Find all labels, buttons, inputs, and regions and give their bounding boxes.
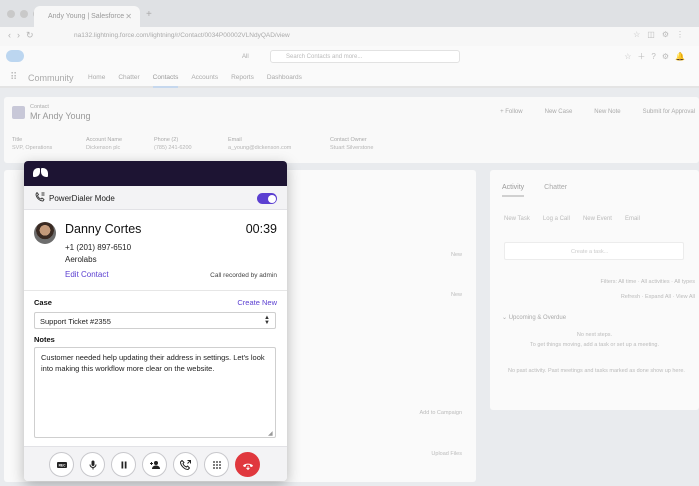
case-selected-value: Support Ticket #2355 <box>40 317 111 326</box>
browser-extension-icons[interactable]: ☆◫⚙⋮ <box>633 30 691 39</box>
pause-icon <box>121 461 126 468</box>
upcoming-section[interactable]: ⌄ Upcoming & Overdue <box>502 314 566 321</box>
header-icons[interactable]: ☆＋?⚙🔔 <box>624 51 691 62</box>
record-fields: Title SVP, Operations Account Name Dickens… <box>12 137 404 151</box>
case-label: Case <box>34 298 52 307</box>
upload-files-button[interactable]: Upload Files <box>431 451 462 457</box>
app-launcher-icon[interactable]: ⠿ <box>10 72 17 83</box>
notes-textarea[interactable]: Customer needed help updating their addr… <box>34 347 276 438</box>
keypad-button[interactable] <box>204 452 229 477</box>
powerdialer-mode-label: PowerDialer Mode <box>49 194 115 203</box>
address-bar[interactable]: na132.lightning.force.com/lightning/r/Co… <box>74 32 290 39</box>
nav-item-accounts[interactable]: Accounts <box>191 74 218 88</box>
record-header: Contact Mr Andy Young + Follow New Case … <box>4 97 699 163</box>
activity-subtabs: New Task Log a Call New Event Email <box>504 216 640 222</box>
submit-approval-button[interactable]: Submit for Approval <box>643 109 695 115</box>
nav-items: Home Chatter Contacts Accounts Reports D… <box>88 74 302 88</box>
close-icon[interactable]: ✕ <box>125 12 132 21</box>
browser-nav-icons[interactable]: ‹›↻ <box>8 30 40 41</box>
contact-company: Aerolabs <box>65 255 97 264</box>
contact-icon <box>12 106 25 119</box>
browser-tabstrip: Andy Young | Salesforce ✕ + <box>0 0 699 27</box>
record-actions: + Follow New Case New Note Submit for Ap… <box>500 109 695 115</box>
edit-contact-link[interactable]: Edit Contact <box>65 270 109 279</box>
no-past-activity-text: No past activity. Past meetings and task… <box>508 368 685 374</box>
search-scope[interactable]: All <box>242 54 249 60</box>
phone-list-icon <box>35 192 45 202</box>
mute-button[interactable] <box>80 452 105 477</box>
follow-button[interactable]: + Follow <box>500 109 523 115</box>
phone-transfer-icon <box>179 459 191 470</box>
tab-log-call[interactable]: Log a Call <box>543 216 570 222</box>
salesforce-logo <box>6 50 24 62</box>
field-account[interactable]: Account Name Dickenson plc <box>86 137 154 151</box>
new-note-button[interactable]: New Note <box>594 109 620 115</box>
dialer-widget: PowerDialer Mode Danny Cortes 00:39 +1 (… <box>24 161 287 481</box>
global-search-input[interactable]: Search Contacts and more... <box>270 50 460 63</box>
call-timer: 00:39 <box>245 222 277 236</box>
activity-refresh-links[interactable]: Refresh · Expand All · View All <box>621 294 695 300</box>
salesforce-header: All Search Contacts and more... ☆＋?⚙🔔 <box>0 46 699 68</box>
call-controls: REC <box>24 446 287 481</box>
toggle-knob <box>267 194 276 203</box>
record-name: Mr Andy Young <box>30 111 91 121</box>
record-icon: REC <box>56 461 67 468</box>
activity-tabs: Activity Chatter <box>502 184 567 197</box>
app-name: Community <box>28 73 74 83</box>
browser-tab-title: Andy Young | Salesforce <box>48 13 125 20</box>
resize-grip-icon[interactable]: ◢ <box>268 430 273 437</box>
nav-item-dashboards[interactable]: Dashboards <box>267 74 302 88</box>
tab-new-task[interactable]: New Task <box>504 216 530 222</box>
powerdialer-mode-toggle[interactable] <box>257 193 277 204</box>
add-person-icon <box>149 460 160 469</box>
get-started-text: To get things moving, add a task or set … <box>529 342 660 348</box>
new-button[interactable]: New <box>451 252 462 258</box>
call-recorded-notice: Call recorded by admin <box>210 272 277 279</box>
field-email[interactable]: Email a_young@dickenson.com <box>228 137 330 151</box>
nav-item-home[interactable]: Home <box>88 74 105 88</box>
new-case-button[interactable]: New Case <box>545 109 573 115</box>
select-arrows-icon: ▲ ▼ <box>264 315 270 326</box>
nav-item-contacts[interactable]: Contacts <box>152 74 179 88</box>
tab-activity[interactable]: Activity <box>502 184 525 197</box>
tab-chatter[interactable]: Chatter <box>544 184 567 197</box>
microphone-icon <box>89 460 96 469</box>
browser-tab[interactable]: Andy Young | Salesforce ✕ <box>34 6 140 27</box>
add-caller-button[interactable] <box>142 452 167 477</box>
nav-item-reports[interactable]: Reports <box>231 74 254 88</box>
tab-new-event[interactable]: New Event <box>583 216 612 222</box>
transfer-button[interactable] <box>173 452 198 477</box>
contact-phone: +1 (201) 897-6510 <box>65 243 132 252</box>
avatar <box>34 222 56 244</box>
field-owner[interactable]: Contact Owner Stuart Silverstone <box>330 137 404 151</box>
case-select[interactable]: Support Ticket #2355 ▲ ▼ <box>34 312 276 329</box>
add-to-campaign-button[interactable]: Add to Campaign <box>420 410 463 416</box>
field-phone[interactable]: Phone (2) (785) 241-6200 <box>154 137 228 151</box>
new-button[interactable]: New <box>451 292 462 298</box>
hang-up-button[interactable] <box>235 452 260 477</box>
contact-name: Danny Cortes <box>65 222 142 236</box>
nav-item-chatter[interactable]: Chatter <box>118 74 139 88</box>
address-bar-row: ‹›↻ na132.lightning.force.com/lightning/… <box>0 27 699 46</box>
field-title: Title SVP, Operations <box>12 137 53 151</box>
notes-label: Notes <box>34 335 55 344</box>
create-new-case-link[interactable]: Create New <box>237 298 277 307</box>
hold-button[interactable] <box>111 452 136 477</box>
record-type: Contact <box>30 104 49 110</box>
tab-email[interactable]: Email <box>625 216 640 222</box>
hang-up-icon <box>242 463 253 470</box>
dialpad-logo-icon <box>33 168 48 177</box>
keypad-icon <box>212 460 221 469</box>
activity-panel: Activity Chatter New Task Log a Call New… <box>490 170 699 410</box>
task-input[interactable]: Create a task... <box>504 242 684 260</box>
new-tab-icon[interactable]: + <box>146 9 152 20</box>
record-icon-label: REC <box>58 463 66 467</box>
powerdialer-mode-bar: PowerDialer Mode <box>24 186 287 210</box>
activity-filters[interactable]: Filters: All time · All activities · All… <box>601 279 695 285</box>
contact-card: Danny Cortes 00:39 +1 (201) 897-6510 Aer… <box>24 210 287 291</box>
no-next-steps-text: No next steps. <box>576 332 613 338</box>
dialer-header <box>24 161 287 186</box>
record-button[interactable]: REC <box>49 452 74 477</box>
salesforce-nav: ⠿ Community Home Chatter Contacts Accoun… <box>0 68 699 88</box>
